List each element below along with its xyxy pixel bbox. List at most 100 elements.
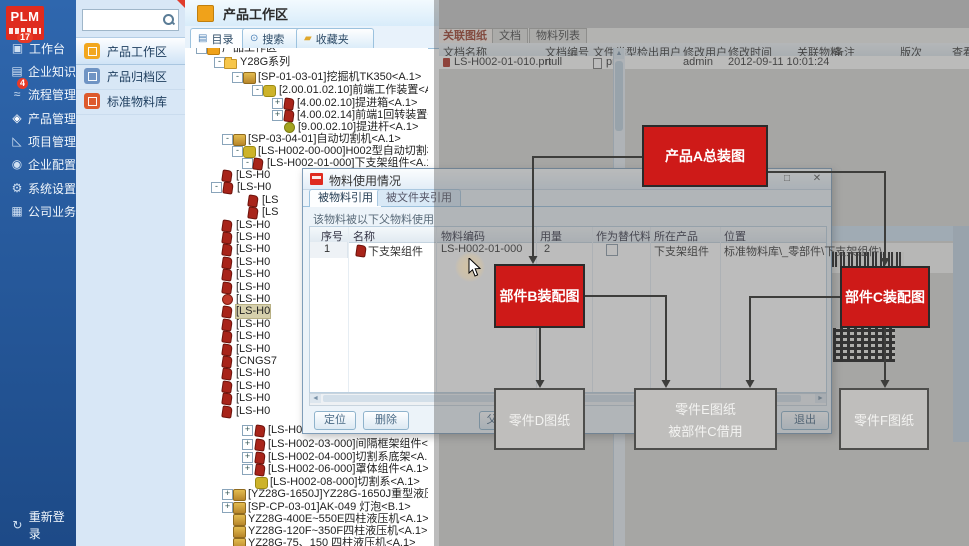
删除-button[interactable]: 删除 (363, 411, 409, 430)
relogin-icon: ↻ (10, 518, 25, 532)
workspace-item-icon (84, 93, 100, 109)
diagram-node-零件D图纸[interactable]: 零件D图纸 (494, 388, 585, 450)
tree-node-label: 产品工作区 (222, 48, 277, 55)
tree-node-rpart-icon (254, 463, 266, 476)
tree-node-ypart-icon (263, 85, 276, 97)
tree-node[interactable]: [SP-01-03-01]挖掘机TK350<A.1> (185, 71, 428, 84)
tree-tab-收藏夹[interactable]: ▰ 收藏夹 (296, 28, 374, 48)
tree-tab-label: 收藏夹 (316, 31, 349, 47)
diagram-node-产品A总装图[interactable]: 产品A总装图 (642, 125, 768, 187)
sidebar-item-6[interactable]: ◉企业配置 (0, 154, 76, 174)
scroll-left-icon[interactable]: ◄ (310, 394, 321, 403)
tree-node-excv-icon (233, 538, 246, 546)
dialog-title: 物料使用情况 (329, 172, 401, 189)
tree-node-rpart-icon (221, 305, 233, 318)
sidebar-item-label: 项目管理 (28, 133, 76, 150)
tree-node[interactable]: [YZ28G-1650J]YZ28G-1650J重型液压机<B.1> (185, 488, 428, 501)
tree-tab-strip: ▤ 目录 ⊙ 搜索 ▰ 收藏夹 (185, 26, 439, 49)
tree-node-label: [LS-H002-06-000]罩体组件<A.1> (268, 463, 428, 476)
workspace-search[interactable] (82, 9, 179, 31)
diagram-node-label: 部件B装配图 (499, 286, 579, 306)
tree-node-label: [LS-H0 (236, 367, 270, 380)
tree-node[interactable]: [2.00.01.02.10]前端工作装置<A.1> (185, 84, 428, 97)
tree-node-label: [2.00.01.02.10]前端工作装置<A.1> (279, 84, 428, 97)
workspace-item-1[interactable]: 产品工作区 (76, 37, 185, 65)
sidebar: PLM ▣工作台▤企业知识≈流程管理◈产品管理◺项目管理◉企业配置⚙系统设置▦公… (0, 0, 76, 546)
tree-node-label: YZ28G-75、150 四柱液压机<A.1> (248, 537, 416, 546)
tree-node-cube-icon (207, 48, 220, 55)
tree-node-rpart-icon (221, 243, 233, 256)
diagram-node-零件F图纸[interactable]: 零件F图纸 (839, 388, 929, 450)
sidebar-item-1[interactable]: ▣工作台 (0, 38, 76, 58)
flow-icon: ≈ (10, 87, 24, 101)
diagram-node-部件C装配图[interactable]: 部件C装配图 (840, 266, 930, 328)
tree-node-rpart-icon (221, 330, 233, 343)
org-config-icon: ◉ (10, 157, 24, 171)
sidebar-item-4[interactable]: ◈产品管理 (0, 108, 76, 128)
sidebar-item-2[interactable]: ▤企业知识 (0, 61, 76, 81)
tree-node[interactable]: [LS-H002-06-000]罩体组件<A.1> (185, 463, 428, 476)
tree-node-label: [LS-H0 (236, 392, 270, 405)
search-input[interactable] (85, 11, 163, 29)
workspace-item-label: 产品归档区 (107, 68, 167, 85)
tree-tab-label: 目录 (211, 31, 233, 47)
notification-badge: 4 (17, 78, 28, 89)
tree-tab-icon: ▤ (198, 33, 207, 44)
tree-node-rpart-icon (221, 405, 233, 418)
panel-corner-marker (177, 0, 185, 8)
tree-panel-header: 产品工作区 (185, 0, 439, 27)
tree-tab-label: 搜索 (262, 31, 284, 47)
tree-node-ball-icon (284, 122, 295, 133)
tree-node-label: [SP-01-03-01]挖掘机TK350<A.1> (258, 71, 421, 84)
usage-table-cell: 下支架组件 (368, 243, 423, 259)
diagram-node-部件B装配图[interactable]: 部件B装配图 (494, 264, 585, 328)
tree-node-label: [LS-H0 (236, 268, 270, 281)
diagram-node-label: 零件D图纸 (509, 410, 570, 429)
tree-node-folder-icon (224, 59, 237, 69)
定位-button[interactable]: 定位 (314, 411, 356, 430)
sidebar-item-3[interactable]: ≈流程管理 (0, 84, 76, 104)
plm-app-window: 关联图纸文档物料列表 文档名称文档编号文件类型检出用户修改用户修改时间关联物料备… (0, 0, 969, 546)
search-icon[interactable] (163, 14, 174, 25)
tree-node-label: Y28G系列 (240, 56, 290, 69)
tree-node-excv-icon (233, 489, 246, 501)
dialog-tab-被物料引用[interactable]: 被物料引用 (309, 189, 382, 207)
workspace-item-icon (84, 43, 100, 59)
sidebar-item-label: 系统设置 (28, 180, 76, 197)
workspace-item-2[interactable]: 产品归档区 (76, 63, 185, 90)
dialog-note: 该物料被以下父物料使用 (313, 211, 434, 227)
workspace-panel: 产品工作区产品归档区标准物料库 (76, 0, 186, 546)
tree-node-label: [LS-H0 (236, 330, 270, 343)
tree-node-rpart-icon (254, 424, 266, 437)
tree-node[interactable]: 产品工作区 (185, 48, 428, 55)
material-part-icon (355, 244, 367, 257)
tree-node-label: [LS-H002-03-000]间隔框架组件<A.1> (268, 438, 428, 451)
sidebar-item-label: 企业知识 (28, 63, 76, 80)
dialog-plm-icon (310, 173, 323, 185)
tree-node-label: [LS-H0 (237, 181, 271, 194)
diagram-node-零件E图纸[interactable]: 零件E图纸被部件C借用 (634, 388, 777, 450)
tree-tab-icon: ▰ (304, 33, 312, 44)
tree-node[interactable]: YZ28G-75、150 四柱液压机<A.1> (185, 537, 428, 546)
sidebar-item-7[interactable]: ⚙ 系统设置 (0, 178, 76, 198)
diagram-node-label: 产品A总装图 (665, 146, 745, 166)
gear-icon: ⚙ (10, 181, 24, 195)
tree-node[interactable]: [LS-H002-03-000]间隔框架组件<A.1> (185, 438, 428, 451)
sidebar-item-label: 产品管理 (28, 110, 76, 127)
project-icon: ◺ (10, 134, 24, 148)
workspace-item-icon (84, 68, 100, 84)
sidebar-item-8[interactable]: ▦公司业务 (0, 201, 76, 221)
company-grid-icon: ▦ (10, 204, 24, 218)
diagram-node-sublabel: 被部件C借用 (668, 421, 742, 440)
sidebar-item-5[interactable]: ◺ 项目管理 (0, 131, 76, 151)
relogin-button[interactable]: ↻ 重新登录 (0, 515, 76, 535)
tree-node-rpart-icon (221, 367, 233, 380)
tree-node-rpart-icon (254, 438, 266, 451)
workspace-item-3[interactable]: 标准物料库 (76, 88, 185, 115)
tree-node-rcirc-icon (222, 294, 233, 305)
tree-node-rpart-icon (221, 268, 233, 281)
diagram-node-label: 零件E图纸 (675, 399, 736, 418)
tree-node-label: [LS-H0 (236, 305, 270, 318)
tree-tab-icon: ⊙ (250, 33, 258, 44)
tree-node[interactable]: Y28G系列 (185, 56, 428, 69)
